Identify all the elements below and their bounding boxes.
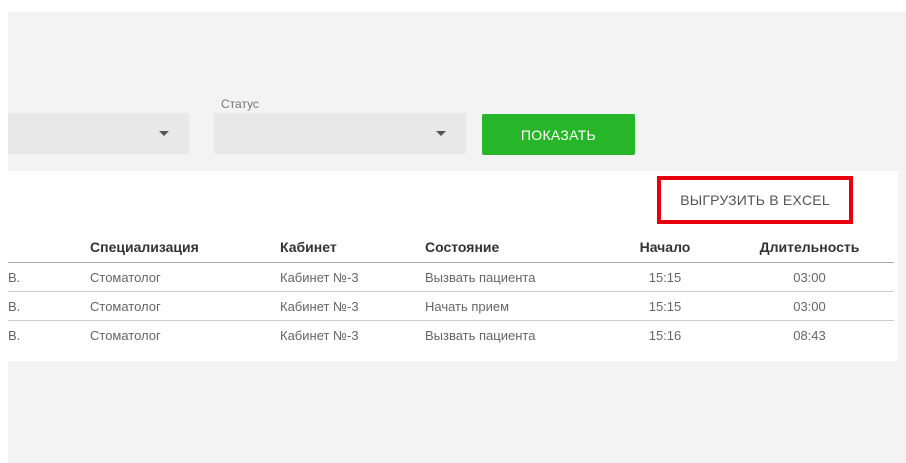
show-button[interactable]: ПОКАЗАТЬ	[482, 114, 635, 155]
cell-doctor: В.	[8, 291, 90, 321]
cell-doctor: В.	[8, 327, 21, 343]
cell-room: Кабинет №-3	[280, 262, 425, 292]
cell-state: Начать прием	[425, 291, 605, 321]
export-highlight: ВЫГРУЗИТЬ В EXCEL	[657, 176, 853, 224]
export-excel-link[interactable]: ВЫГРУЗИТЬ В EXCEL	[680, 192, 830, 208]
table-header-row: Специализация Кабинет Состояние Начало Д…	[8, 232, 894, 263]
column-header-state[interactable]: Состояние	[425, 232, 605, 263]
column-header-duration[interactable]: Длительность	[725, 232, 894, 263]
chevron-down-icon	[159, 131, 169, 136]
cell-room: Кабинет №-3	[280, 291, 425, 321]
cell-duration: 03:00	[725, 291, 894, 321]
table-row[interactable]: В. Стоматолог Кабинет №-3 Вызвать пациен…	[8, 321, 894, 350]
results-panel: ВЫГРУЗИТЬ В EXCEL Специализация Кабинет …	[8, 171, 898, 361]
table-row[interactable]: В. Стоматолог Кабинет №-3 Начать прием 1…	[8, 291, 894, 321]
column-header	[8, 232, 90, 263]
cell-specialization: Стоматолог	[90, 291, 280, 321]
cell-doctor: В.	[8, 262, 90, 292]
appointments-table: Специализация Кабинет Состояние Начало Д…	[8, 232, 894, 349]
cell-specialization: Стоматолог	[90, 327, 161, 343]
column-header-specialization[interactable]: Специализация	[90, 232, 280, 263]
cell-start: 15:15	[605, 262, 725, 292]
cell-specialization: Стоматолог	[90, 262, 280, 292]
cell-duration: 03:00	[725, 262, 894, 292]
filter-bar: Статус ПОКАЗАТЬ	[8, 12, 906, 170]
cell-start: 15:16	[648, 327, 682, 343]
cell-start: 15:15	[605, 291, 725, 321]
column-header-room[interactable]: Кабинет	[280, 232, 425, 263]
table-row[interactable]: В. Стоматолог Кабинет №-3 Вызвать пациен…	[8, 262, 894, 292]
status-label: Статус	[221, 97, 259, 111]
doctor-select[interactable]	[8, 113, 189, 154]
cell-room: Кабинет №-3	[280, 327, 359, 343]
cell-state: Вызвать пациента	[425, 262, 605, 292]
chevron-down-icon	[436, 131, 446, 136]
cell-state: Вызвать пациента	[425, 327, 536, 343]
column-header-start[interactable]: Начало	[605, 232, 725, 263]
status-select[interactable]	[214, 113, 466, 154]
cell-duration: 08:43	[793, 327, 826, 343]
